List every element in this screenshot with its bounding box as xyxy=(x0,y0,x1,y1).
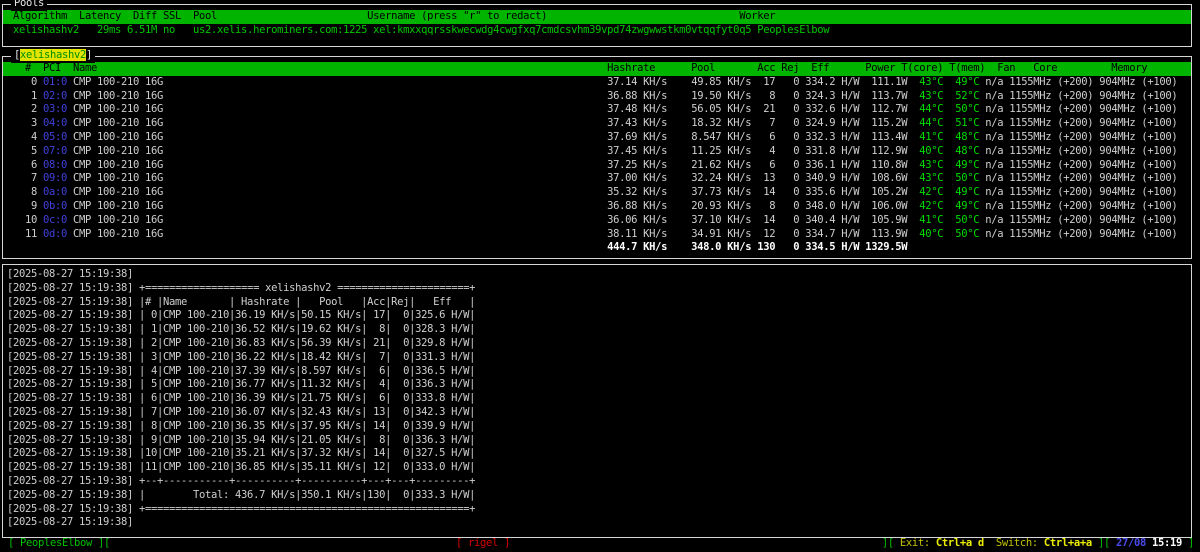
log-line: [2025-08-27 15:19:38] | 9|CMP 100-210|35… xyxy=(7,433,476,446)
gpu-row: 3 04:0 CMP 100-210 16G 37.43 KH/s 18.32 … xyxy=(7,117,1178,130)
gpu-header-row: # PCI Name Hashrate Pool Acc Rej Eff Pow… xyxy=(3,62,1191,76)
pools-data-row: xelishashv2 29ms 6.51M no us2.xelis.hero… xyxy=(7,23,1178,36)
log-panel: [2025-08-27 15:19:38] [2025-08-27 15:19:3… xyxy=(2,264,1192,538)
gpu-row: 9 0b:0 CMP 100-210 16G 36.88 KH/s 20.93 … xyxy=(7,199,1178,212)
log-line: [2025-08-27 15:19:38] | 1|CMP 100-210|36… xyxy=(7,323,476,336)
status-host-label: [ rigel ] xyxy=(456,537,511,549)
log-line: [2025-08-27 15:19:38] | 0|CMP 100-210|36… xyxy=(7,309,476,322)
gpu-panel-title: [xelishashv2] xyxy=(11,49,96,63)
log-line: [2025-08-27 15:19:38] | 6|CMP 100-210|36… xyxy=(7,392,476,405)
log-line: [2025-08-27 15:19:38] | 7|CMP 100-210|36… xyxy=(7,405,476,418)
log-line: [2025-08-27 15:19:38] |10|CMP 100-210|35… xyxy=(7,447,476,460)
gpu-row: 1 02:0 CMP 100-210 16G 36.88 KH/s 19.50 … xyxy=(7,89,1178,102)
gpu-total-row: 444.7 KH/s 348.0 KH/s 130 0 334.5 H/W 13… xyxy=(7,241,908,254)
gpu-row: 0 01:0 CMP 100-210 16G 37.14 KH/s 49.85 … xyxy=(7,75,1178,88)
log-line: [2025-08-27 15:19:38] | 8|CMP 100-210|36… xyxy=(7,419,476,432)
gpu-row: 8 0a:0 CMP 100-210 16G 35.32 KH/s 37.73 … xyxy=(7,186,1178,199)
pools-header-row: Algorithm Latency Diff SSL Pool Username… xyxy=(3,10,1191,24)
pools-title-text: Pools xyxy=(14,0,45,9)
log-line: [2025-08-27 15:19:38] +--+-----------+--… xyxy=(7,474,476,487)
terminal-screen[interactable]: Pools Algorithm Latency Diff SSL Pool Us… xyxy=(0,0,1200,552)
gpu-rows-container: 0 01:0 CMP 100-210 16G 37.14 KH/s 49.85 … xyxy=(3,76,1191,255)
log-line: [2025-08-27 15:19:38] xyxy=(7,516,134,529)
gpu-row: 7 09:0 CMP 100-210 16G 37.00 KH/s 32.24 … xyxy=(7,172,1178,185)
status-bar: [ PeoplesElbow ][ [ rigel ] ][ Exit: Ctr… xyxy=(0,536,1200,551)
gpu-row: 2 03:0 CMP 100-210 16G 37.48 KH/s 56.05 … xyxy=(7,103,1178,116)
log-line: [2025-08-27 15:19:38] |# |Name | Hashrat… xyxy=(7,295,476,308)
gpu-panel: [xelishashv2] # PCI Name Hashrate Pool A… xyxy=(2,49,1192,259)
log-line: [2025-08-27 15:19:38] | 2|CMP 100-210|36… xyxy=(7,336,476,349)
status-hints: ][ Exit: Ctrl+a d Switch: Ctrl+a+a ][ 27… xyxy=(881,537,1194,549)
gpu-row: 5 07:0 CMP 100-210 16G 37.45 KH/s 11.25 … xyxy=(7,144,1178,157)
status-worker-label: [ PeoplesElbow ][ xyxy=(8,537,111,549)
gpu-row: 11 0d:0 CMP 100-210 16G 38.11 KH/s 34.91… xyxy=(7,227,1178,240)
log-line: [2025-08-27 15:19:38] | 3|CMP 100-210|36… xyxy=(7,350,476,363)
pools-panel: Pools Algorithm Latency Diff SSL Pool Us… xyxy=(2,0,1192,47)
gpu-panel-title-text: xelishashv2 xyxy=(20,49,87,61)
log-line: [2025-08-27 15:19:38] | 5|CMP 100-210|36… xyxy=(7,378,476,391)
log-line: [2025-08-27 15:19:38] +=================… xyxy=(7,502,476,515)
log-line: [2025-08-27 15:19:38] xyxy=(7,268,134,280)
log-lines-container: [2025-08-27 15:19:38] [2025-08-27 15:19:3… xyxy=(3,268,1191,530)
log-line: [2025-08-27 15:19:38] |11|CMP 100-210|36… xyxy=(7,461,476,474)
log-line: [2025-08-27 15:19:38] | 4|CMP 100-210|37… xyxy=(7,364,476,377)
close-bracket: ] xyxy=(86,49,93,61)
gpu-row: 10 0c:0 CMP 100-210 16G 36.06 KH/s 37.10… xyxy=(7,213,1178,226)
pools-panel-title: Pools xyxy=(11,0,48,11)
gpu-row: 6 08:0 CMP 100-210 16G 37.25 KH/s 21.62 … xyxy=(7,158,1178,171)
gpu-row: 4 05:0 CMP 100-210 16G 37.69 KH/s 8.547 … xyxy=(7,130,1178,143)
log-line: [2025-08-27 15:19:38] | Total: 436.7 KH/… xyxy=(7,488,476,501)
log-line: [2025-08-27 15:19:38] +=================… xyxy=(7,281,476,294)
